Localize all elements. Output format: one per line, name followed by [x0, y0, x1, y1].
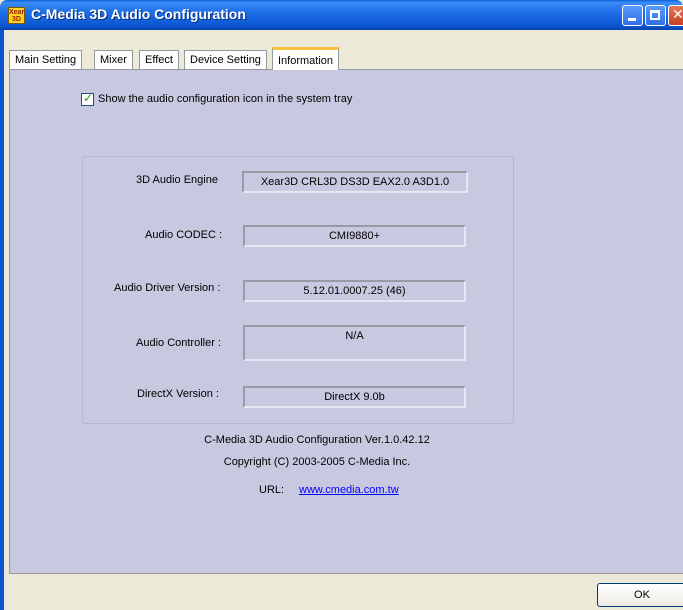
app-icon[interactable]: Xear 3D	[8, 7, 25, 24]
maximize-icon	[650, 10, 660, 20]
tab-mixer[interactable]: Mixer	[94, 50, 133, 69]
audio-controller-label: Audio Controller :	[136, 337, 221, 349]
directx-version-value: DirectX 9.0b	[243, 386, 466, 408]
minimize-icon	[628, 18, 636, 21]
minimize-button[interactable]	[622, 5, 643, 26]
copyright-line: Copyright (C) 2003-2005 C-Media Inc.	[223, 456, 411, 468]
title-bar[interactable]: Xear 3D C-Media 3D Audio Configuration ✕	[0, 0, 683, 30]
url-label: URL:	[259, 484, 285, 496]
audio-controller-value: N/A	[243, 325, 466, 361]
tab-information[interactable]: Information	[272, 47, 340, 70]
tab-main-setting[interactable]: Main Setting	[9, 50, 83, 69]
check-icon: ✓	[83, 91, 94, 105]
audio-codec-label: Audio CODEC :	[145, 229, 223, 241]
close-button[interactable]: ✕	[668, 5, 683, 26]
tray-icon-checkbox[interactable]: ✓	[81, 91, 94, 106]
driver-version-value: 5.12.01.0007.25 (46)	[243, 280, 466, 302]
close-icon: ✕	[672, 7, 683, 23]
tab-device-setting[interactable]: Device Setting	[184, 50, 267, 69]
driver-version-label: Audio Driver Version :	[114, 282, 221, 294]
audio-engine-label: 3D Audio Engine	[136, 174, 218, 186]
audio-engine-value: Xear3D CRL3D DS3D EAX2.0 A3D1.0	[242, 171, 468, 193]
window-left-border	[0, 30, 4, 610]
version-line: C-Media 3D Audio Configuration Ver.1.0.4…	[204, 434, 430, 446]
website-link[interactable]: www.cmedia.com.tw	[299, 484, 399, 496]
app-window: Xear 3D C-Media 3D Audio Configuration ✕…	[0, 0, 683, 610]
directx-version-label: DirectX Version :	[137, 388, 219, 400]
tab-effect[interactable]: Effect	[139, 50, 179, 69]
ok-button[interactable]: OK	[597, 583, 683, 607]
maximize-button[interactable]	[645, 5, 666, 26]
tray-icon-checkbox-label[interactable]: Show the audio configuration icon in the…	[98, 93, 352, 105]
window-title: C-Media 3D Audio Configuration	[31, 6, 246, 22]
audio-codec-value: CMI9880+	[243, 225, 466, 247]
